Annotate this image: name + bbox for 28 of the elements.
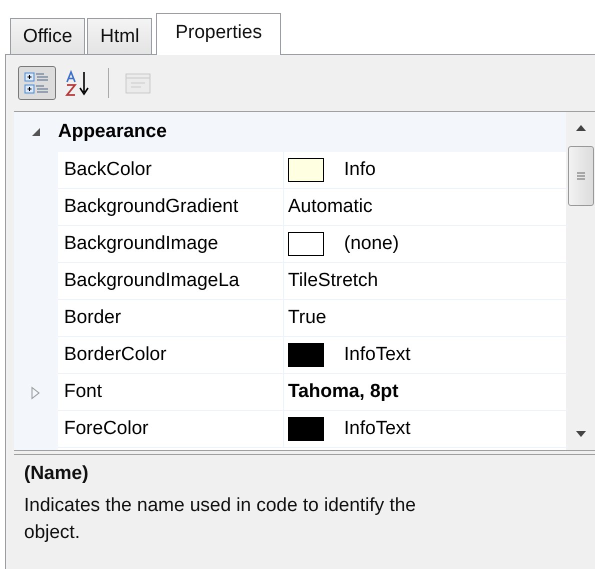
property-name[interactable]: BackColor bbox=[58, 152, 284, 189]
property-value[interactable]: InfoText bbox=[344, 344, 411, 366]
scrollbar[interactable] bbox=[566, 112, 595, 450]
property-value[interactable]: Tahoma, 8pt bbox=[288, 381, 398, 403]
property-name[interactable]: BorderColor bbox=[58, 337, 284, 374]
property-name[interactable]: BackgroundImage bbox=[58, 226, 284, 263]
property-name[interactable]: Border bbox=[58, 300, 284, 337]
category-label: Appearance bbox=[58, 121, 167, 143]
scroll-thumb[interactable] bbox=[568, 146, 594, 206]
expand-arrow-icon[interactable] bbox=[30, 386, 42, 400]
tab[interactable]: Office bbox=[10, 18, 86, 54]
scroll-up-icon[interactable] bbox=[575, 124, 587, 132]
property-value[interactable]: Automatic bbox=[288, 196, 372, 218]
property-value[interactable]: Info bbox=[344, 159, 376, 181]
description-text: Indicates the name used in code to identify the object. bbox=[24, 494, 417, 545]
tab[interactable]: Properties bbox=[156, 13, 281, 55]
description-title: (Name) bbox=[24, 463, 90, 485]
property-name[interactable]: BackgroundImageLa bbox=[58, 263, 284, 300]
property-value[interactable]: (none) bbox=[344, 233, 399, 255]
property-value[interactable]: True bbox=[288, 307, 326, 329]
property-name[interactable]: Font bbox=[58, 374, 284, 411]
property-name[interactable]: BackgroundGradient bbox=[58, 189, 284, 226]
collapse-arrow-icon[interactable] bbox=[30, 126, 42, 138]
property-value[interactable]: TileStretch bbox=[288, 270, 378, 292]
tab[interactable]: Html bbox=[87, 18, 152, 54]
property-value[interactable]: InfoText bbox=[344, 418, 411, 440]
scroll-down-icon[interactable] bbox=[575, 430, 587, 438]
property-name[interactable]: ForeColor bbox=[58, 411, 284, 448]
